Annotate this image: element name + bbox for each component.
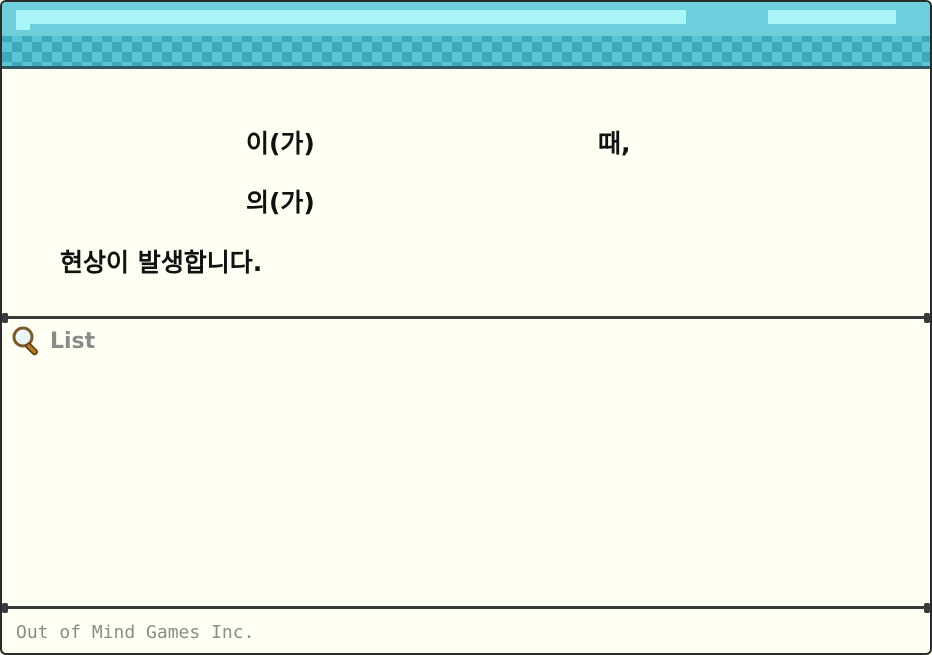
description-panel: 이(가) 때, 의(가) 현상이 발생합니다. — [2, 68, 930, 316]
title-bar[interactable] — [2, 2, 930, 69]
title-bar-highlight-step — [16, 24, 30, 30]
magnifier-icon — [12, 326, 38, 356]
list-panel: List — [2, 319, 930, 606]
footer-credit: Out of Mind Games Inc. — [16, 622, 255, 643]
title-bar-highlight — [16, 10, 686, 24]
line2-text: 의(가) — [246, 188, 315, 217]
list-header[interactable]: List — [10, 325, 95, 357]
divider-bottom — [2, 606, 930, 609]
line3-text: 현상이 발생합니다. — [60, 248, 263, 277]
divider-bottom-cap-left — [2, 603, 8, 613]
title-bar-highlight-right — [768, 10, 896, 24]
divider-bottom-cap-right — [924, 603, 930, 613]
dialog-window: 이(가) 때, 의(가) 현상이 발생합니다. List Out of Mind… — [0, 0, 932, 655]
list-label: List — [50, 328, 96, 354]
line1-part2: 때, — [598, 129, 631, 158]
line1-part1: 이(가) — [246, 129, 315, 158]
